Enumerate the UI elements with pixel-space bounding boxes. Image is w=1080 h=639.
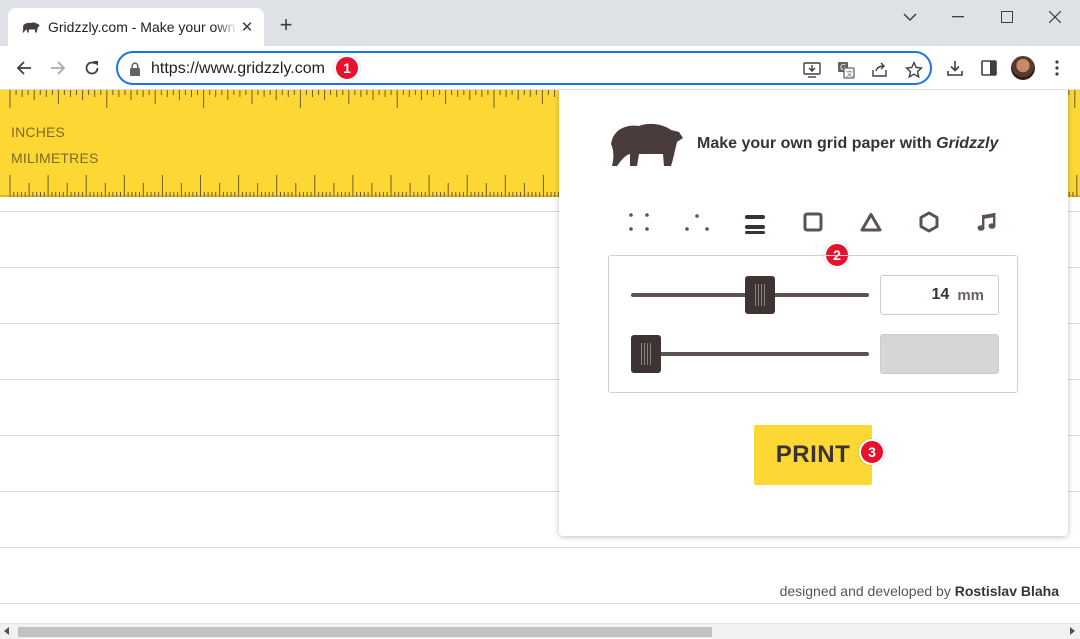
side-panel-icon[interactable] — [978, 57, 1000, 79]
bear-favicon-icon — [22, 22, 40, 33]
translate-icon[interactable]: G文 — [836, 60, 856, 80]
close-tab-icon[interactable]: ✕ — [238, 18, 256, 36]
spacing-value-field[interactable]: 14 mm — [880, 275, 999, 315]
dots-square-grid-icon[interactable] — [624, 207, 654, 237]
bear-logo-icon — [611, 123, 683, 166]
downloads-icon[interactable] — [944, 57, 966, 79]
millimetres-label: MILIMETRES — [11, 150, 99, 166]
url-text[interactable]: https://www.gridzzly.com — [151, 60, 325, 78]
more-menu-icon[interactable] — [1046, 57, 1068, 79]
svg-text:文: 文 — [846, 69, 853, 78]
address-bar[interactable]: https://www.gridzzly.com 1 G文 — [116, 51, 932, 85]
minimize-icon[interactable] — [943, 6, 973, 28]
print-button[interactable]: PRINT — [754, 425, 872, 485]
annotation-badge-1: 1 — [334, 55, 360, 81]
reload-icon[interactable] — [81, 57, 103, 79]
spacing-value: 14 — [931, 286, 950, 303]
triangle-grid-icon[interactable] — [856, 207, 886, 237]
weight-slider-track[interactable] — [631, 352, 869, 356]
grid-type-selector — [609, 207, 1019, 237]
close-window-icon[interactable] — [1040, 6, 1070, 28]
tab-search-icon[interactable] — [895, 6, 925, 28]
install-app-icon[interactable] — [802, 60, 822, 80]
panel-title-brand: Gridzzly — [936, 135, 999, 152]
inches-label: INCHES — [11, 124, 66, 140]
panel-header: Make your own grid paper with Gridzzly — [609, 120, 998, 168]
browser-tab[interactable]: Gridzzly.com - Make your own grid paper … — [8, 8, 264, 46]
bookmark-star-icon[interactable] — [904, 60, 924, 80]
profile-avatar[interactable] — [1011, 56, 1035, 80]
dots-triangle-grid-icon[interactable] — [682, 207, 712, 237]
browser-toolbar: https://www.gridzzly.com 1 G文 — [0, 46, 1080, 90]
share-icon[interactable] — [870, 60, 890, 80]
spacing-unit: mm — [957, 286, 984, 304]
grid-settings-box: 14 mm — [608, 255, 1018, 393]
panel-title-text: Make your own grid paper with — [697, 135, 937, 152]
spacing-slider-thumb[interactable] — [745, 276, 776, 314]
selected-grid-indicator — [745, 231, 765, 234]
panel-title: Make your own grid paper with Gridzzly — [697, 135, 998, 153]
music-staff-icon[interactable] — [972, 207, 1002, 237]
tab-strip: Gridzzly.com - Make your own grid paper … — [0, 0, 1080, 46]
back-arrow-icon[interactable] — [13, 57, 35, 79]
page-content: INCHES MILIMETRES Make your own grid pap… — [0, 90, 1080, 623]
grid-line — [0, 547, 1080, 548]
maximize-icon[interactable] — [992, 6, 1022, 28]
hexagon-grid-icon[interactable] — [914, 207, 944, 237]
weight-slider-thumb[interactable] — [631, 335, 661, 373]
annotation-badge-3: 3 — [859, 439, 885, 465]
tab-title: Gridzzly.com - Make your own grid paper — [48, 19, 238, 35]
forward-arrow-icon[interactable] — [47, 57, 69, 79]
weight-value-field — [880, 334, 999, 374]
lock-icon[interactable] — [129, 62, 141, 76]
scroll-right-arrow-icon[interactable] — [1070, 627, 1075, 635]
grid-line — [0, 603, 1080, 604]
horizontal-scrollbar[interactable] — [0, 623, 1080, 639]
credit-author-link[interactable]: Rostislav Blaha — [955, 583, 1059, 599]
scroll-left-arrow-icon[interactable] — [4, 627, 9, 635]
square-grid-icon[interactable] — [798, 207, 828, 237]
new-tab-icon[interactable]: + — [274, 14, 298, 38]
credit-prefix: designed and developed by — [779, 583, 955, 599]
settings-panel: Make your own grid paper with Gridzzly 2… — [559, 90, 1068, 536]
credit-footer: designed and developed by Rostislav Blah… — [780, 583, 1059, 599]
scrollbar-thumb[interactable] — [18, 627, 712, 637]
